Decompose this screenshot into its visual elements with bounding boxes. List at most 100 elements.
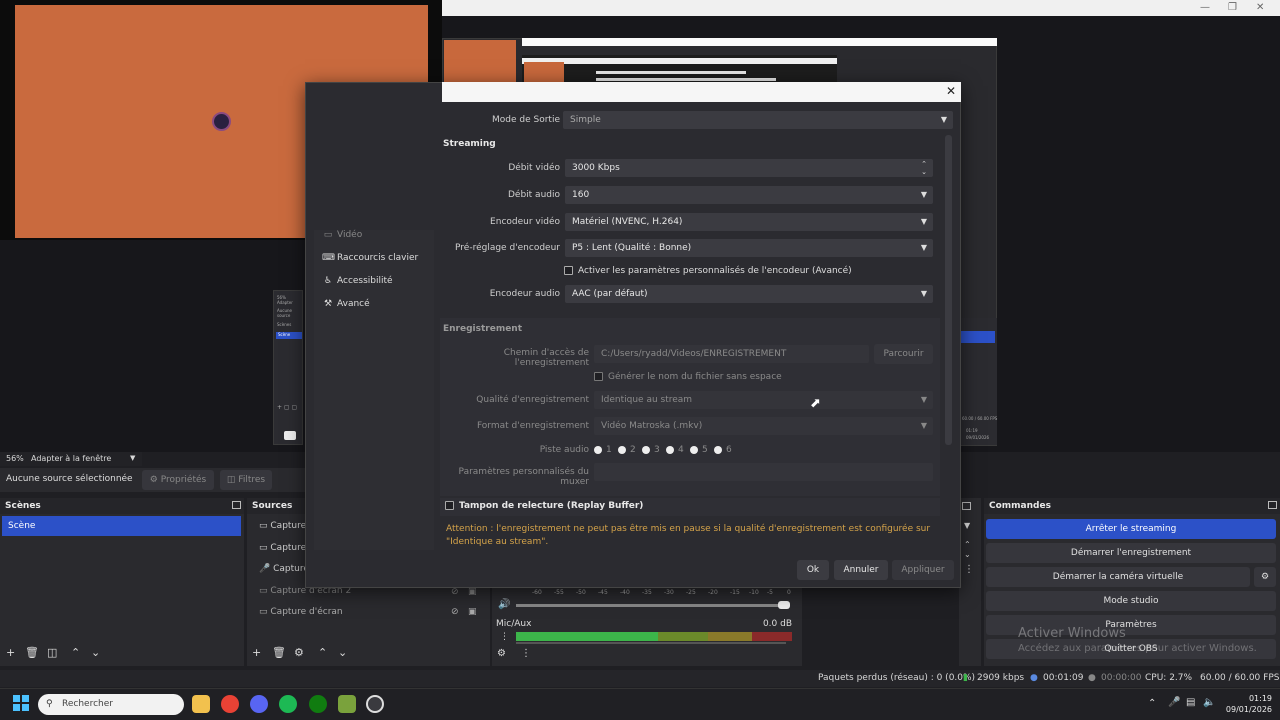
windows-start-icon[interactable] <box>13 695 29 711</box>
dialog-scrollbar[interactable] <box>945 135 952 445</box>
audio-track-number: 5 <box>702 445 708 455</box>
ok-button[interactable]: Ok <box>797 560 829 580</box>
no-space-checkbox[interactable] <box>594 372 603 381</box>
replay-buffer-checkbox[interactable] <box>445 501 454 510</box>
start-virtual-camera-button[interactable]: Démarrer la caméra virtuelle <box>986 567 1250 587</box>
source-item[interactable]: ▭ Capture d'écran <box>253 602 353 622</box>
cancel-button[interactable]: Annuler <box>834 560 888 580</box>
file-explorer-icon[interactable] <box>192 695 210 713</box>
nested-divider <box>596 71 746 74</box>
recording-path-input[interactable]: C:/Users/ryadd/Videos/ENREGISTREMENT <box>594 345 869 363</box>
obs-icon[interactable] <box>366 695 384 713</box>
dialog-titlebar <box>442 82 961 102</box>
move-up-icon[interactable]: ⌃ <box>71 646 80 659</box>
move-down-icon[interactable]: ⌄ <box>338 646 347 659</box>
chevron-down-icon[interactable]: ▼ <box>130 454 135 462</box>
dock-icon[interactable] <box>232 501 241 509</box>
sidebar-item-hotkeys[interactable]: ⌨ Raccourcis clavier <box>322 249 418 267</box>
audio-track-radio-6[interactable] <box>714 446 722 454</box>
stop-streaming-button[interactable]: Arrêter le streaming <box>986 519 1276 539</box>
video-encoder-select[interactable]: Matériel (NVENC, H.264) ▼ <box>565 213 933 231</box>
muxer-input[interactable] <box>594 463 933 481</box>
trash-icon[interactable]: 🗑 <box>25 646 39 659</box>
chevron-down-icon: ▼ <box>920 395 927 404</box>
chevron-down-icon: ▼ <box>920 217 927 226</box>
menu-dots-icon[interactable]: ⋮ <box>500 632 509 642</box>
microphone-icon[interactable]: 🎤 <box>1168 697 1180 708</box>
scene-item[interactable]: Scène <box>2 516 241 536</box>
add-icon[interactable]: + <box>252 646 261 659</box>
chevron-down-icon[interactable]: ⌄ <box>921 163 927 181</box>
activate-windows-title: Activer Windows <box>1018 626 1126 641</box>
dropped-frames: Paquets perdus (réseau) : 0 (0.0%) <box>818 673 976 683</box>
dock-icon[interactable] <box>962 502 971 510</box>
virtual-camera-settings-button[interactable]: ⚙ <box>1254 567 1276 587</box>
chevron-up-icon[interactable]: ⌃ <box>964 540 971 549</box>
source-item[interactable]: 🎤 Capture au <box>253 559 313 579</box>
audio-encoder-select[interactable]: AAC (par défaut) ▼ <box>565 285 933 303</box>
encoder-preset-select[interactable]: P5 : Lent (Qualité : Bonne) ▼ <box>565 239 933 257</box>
recording-quality-select[interactable]: Identique au stream ▼ <box>594 391 933 409</box>
avatar-icon <box>212 112 231 131</box>
sidebar-item-video[interactable]: ▭ Vidéo <box>322 226 362 244</box>
lock-icon[interactable]: ▣ <box>468 607 477 617</box>
game-app-icon[interactable] <box>338 695 356 713</box>
video-bitrate-spinbox[interactable]: 3000 Kbps ⌃ ⌄ <box>565 159 933 177</box>
trash-icon[interactable]: 🗑 <box>272 646 286 659</box>
nested-orange-thumbnail <box>444 40 516 84</box>
taskbar-clock[interactable]: 01:19 09/01/2026 <box>1222 693 1272 715</box>
chrome-icon[interactable] <box>221 695 239 713</box>
apply-button[interactable]: Appliquer <box>892 560 954 580</box>
audio-track-radio-3[interactable] <box>642 446 650 454</box>
source-item[interactable]: ▭ Capture d' <box>253 538 313 558</box>
audio-track-radio-5[interactable] <box>690 446 698 454</box>
add-icon[interactable]: + <box>6 646 15 659</box>
volume-icon[interactable]: 🔈 <box>1203 697 1215 708</box>
zoom-fit-label[interactable]: Adapter à la fenêtre <box>31 454 111 463</box>
visibility-icon[interactable]: ⊘ <box>451 607 459 617</box>
filter-icon[interactable]: ◫ <box>47 646 57 659</box>
chevron-down-icon[interactable]: ▼ <box>964 521 970 530</box>
menu-dots-icon[interactable]: ⋮ <box>521 648 531 659</box>
gear-icon[interactable]: ⚙ <box>294 646 304 659</box>
taskbar-search[interactable]: ⚲ Rechercher <box>38 694 184 715</box>
close-icon[interactable]: ✕ <box>1256 2 1264 13</box>
chevron-up-icon[interactable]: ⌃ <box>1148 698 1156 709</box>
speaker-icon[interactable]: 🔊 <box>498 599 510 610</box>
custom-encoder-checkbox[interactable] <box>564 266 573 275</box>
sidebar-item-accessibility[interactable]: ♿ Accessibilité <box>322 272 393 290</box>
xbox-icon[interactable] <box>309 695 327 713</box>
rec-time: 00:00:00 <box>1101 673 1142 683</box>
sidebar-item-advanced[interactable]: ⚒ Avancé <box>322 295 370 313</box>
start-recording-button[interactable]: Démarrer l'enregistrement <box>986 543 1276 563</box>
browse-button[interactable]: Parcourir <box>874 344 933 364</box>
close-icon[interactable]: ✕ <box>945 84 957 98</box>
move-down-icon[interactable]: ⌄ <box>91 646 100 659</box>
discord-icon[interactable] <box>250 695 268 713</box>
network-icon[interactable]: ▤ <box>1186 697 1195 708</box>
spotify-icon[interactable] <box>279 695 297 713</box>
lock-icon[interactable]: ▣ <box>468 587 477 597</box>
dock-icon[interactable] <box>1268 501 1277 509</box>
recording-format-select[interactable]: Vidéo Matroska (.mkv) ▼ <box>594 417 933 435</box>
stream-time: 00:01:09 <box>1043 673 1084 683</box>
minimize-icon[interactable]: — <box>1200 2 1210 13</box>
audio-bitrate-select[interactable]: 160 ▼ <box>565 186 933 204</box>
properties-button[interactable]: ⚙ Propriétés <box>142 470 214 490</box>
mixer-settings-icon[interactable]: ⚙ <box>497 648 506 659</box>
visibility-icon[interactable]: ⊘ <box>451 587 459 597</box>
scale-tick: -60 <box>532 589 542 596</box>
audio-track-radio-1[interactable] <box>594 446 602 454</box>
video-bitrate-label: Débit vidéo <box>508 163 560 173</box>
filters-button[interactable]: ◫ Filtres <box>220 470 272 490</box>
menu-dots-icon[interactable]: ⋮ <box>964 564 974 575</box>
restore-icon[interactable]: ❐ <box>1228 2 1237 13</box>
chevron-down-icon[interactable]: ⌄ <box>964 550 971 559</box>
move-up-icon[interactable]: ⌃ <box>318 646 327 659</box>
scale-tick: -10 <box>749 589 759 596</box>
studio-mode-button[interactable]: Mode studio <box>986 591 1276 611</box>
source-item[interactable]: ▭ Capture de <box>253 516 313 536</box>
audio-track-radio-4[interactable] <box>666 446 674 454</box>
output-mode-select[interactable]: Simple ▼ <box>563 111 953 129</box>
audio-track-radio-2[interactable] <box>618 446 626 454</box>
